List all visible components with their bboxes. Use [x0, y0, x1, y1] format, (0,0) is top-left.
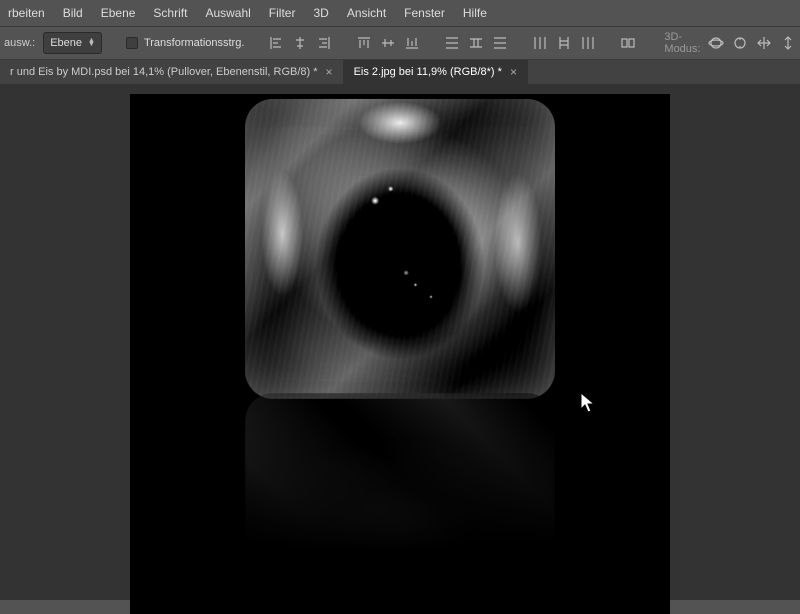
distribute-top-button[interactable]: [444, 32, 460, 54]
menu-item-filter[interactable]: Filter: [269, 6, 296, 20]
document-tab-label: r und Eis by MDI.psd bei 14,1% (Pullover…: [10, 66, 318, 78]
menu-item-select[interactable]: Auswahl: [205, 6, 250, 20]
pan-3d-icon[interactable]: [756, 32, 772, 54]
close-icon[interactable]: ×: [326, 65, 333, 79]
distribute-bottom-button[interactable]: [492, 32, 508, 54]
canvas-area[interactable]: [0, 84, 800, 600]
autoselect-label: ausw.:: [4, 37, 35, 49]
align-horizontal-centers-button[interactable]: [292, 32, 308, 54]
menu-item-image[interactable]: Bild: [63, 6, 83, 20]
options-bar: ausw.: Ebene ▲▼ Transformationsstrg. 3D-…: [0, 26, 800, 60]
document-tab-label: Eis 2.jpg bei 11,9% (RGB/8*) *: [354, 66, 502, 78]
transform-controls-label: Transformationsstrg.: [144, 37, 244, 49]
align-left-edges-button[interactable]: [268, 32, 284, 54]
distribute-left-button[interactable]: [532, 32, 548, 54]
menu-item-window[interactable]: Fenster: [404, 6, 445, 20]
auto-align-button[interactable]: [620, 32, 636, 54]
ice-cube-image: [245, 98, 555, 552]
document-tab[interactable]: r und Eis by MDI.psd bei 14,1% (Pullover…: [0, 60, 344, 84]
roll-3d-icon[interactable]: [732, 32, 748, 54]
align-vertical-centers-button[interactable]: [380, 32, 396, 54]
document-tabs: r und Eis by MDI.psd bei 14,1% (Pullover…: [0, 60, 800, 84]
checkbox-icon: [126, 37, 138, 49]
close-icon[interactable]: ×: [510, 65, 517, 79]
orbit-3d-icon[interactable]: [708, 32, 724, 54]
align-right-edges-button[interactable]: [316, 32, 332, 54]
align-top-edges-button[interactable]: [356, 32, 372, 54]
menu-item-type[interactable]: Schrift: [153, 6, 187, 20]
distribute-horizontal-button[interactable]: [556, 32, 572, 54]
distribute-vertical-button[interactable]: [468, 32, 484, 54]
autoselect-dropdown[interactable]: Ebene ▲▼: [43, 32, 102, 54]
chevron-updown-icon: ▲▼: [88, 39, 95, 47]
mode-3d-label: 3D-Modus:: [664, 31, 700, 55]
document-tab[interactable]: Eis 2.jpg bei 11,9% (RGB/8*) * ×: [344, 60, 528, 84]
menu-item-help[interactable]: Hilfe: [463, 6, 487, 20]
menu-bar: rbeiten Bild Ebene Schrift Auswahl Filte…: [0, 0, 800, 26]
align-bottom-edges-button[interactable]: [404, 32, 420, 54]
menu-item-layer[interactable]: Ebene: [101, 6, 136, 20]
transform-controls-checkbox[interactable]: Transformationsstrg.: [126, 37, 244, 49]
document-canvas[interactable]: [130, 94, 670, 614]
autoselect-value: Ebene: [50, 37, 82, 49]
distribute-right-button[interactable]: [580, 32, 596, 54]
slide-3d-icon[interactable]: [780, 32, 796, 54]
menu-item-edit[interactable]: rbeiten: [8, 6, 45, 20]
menu-item-view[interactable]: Ansicht: [347, 6, 386, 20]
menu-item-3d[interactable]: 3D: [313, 6, 328, 20]
